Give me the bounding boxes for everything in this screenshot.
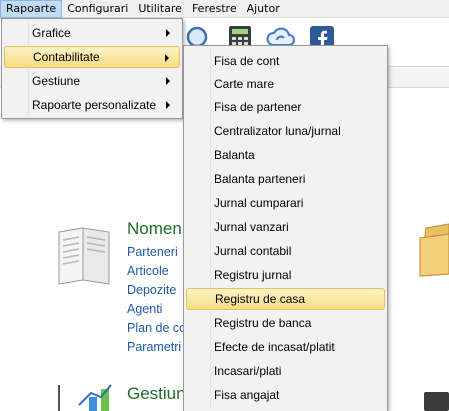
nomenclatoare-book-icon — [55, 224, 117, 286]
menu-item-balanta-parteneri[interactable]: Balanta parteneri — [186, 168, 385, 190]
contabilitate-submenu: Fisa de cont Carte mare Fisa de partener… — [183, 45, 388, 411]
gestiune-chart-icon — [55, 383, 117, 411]
menu-ajutor[interactable]: Ajutor — [242, 0, 285, 18]
menu-rapoarte[interactable]: Rapoarte — [0, 0, 63, 18]
submenu-arrow-icon — [166, 101, 170, 109]
link-plan-de-conturi[interactable]: Plan de co — [127, 321, 186, 335]
menu-item-jurnal-contabil[interactable]: Jurnal contabil — [186, 240, 385, 262]
menu-item-contabilitate[interactable]: Contabilitate — [4, 46, 180, 68]
section-title-gestiune: Gestiun — [127, 384, 186, 403]
menu-configurari[interactable]: Configurari — [62, 0, 133, 18]
menu-utilitare[interactable]: Utilitare — [133, 0, 187, 18]
link-parteneri[interactable]: Parteneri — [127, 245, 178, 259]
menu-item-balanta[interactable]: Balanta — [186, 144, 385, 166]
menu-item-label: Rapoarte personalizate — [32, 98, 157, 112]
link-depozite[interactable]: Depozite — [127, 283, 176, 297]
menu-ferestre[interactable]: Ferestre — [187, 0, 242, 18]
link-agenti[interactable]: Agenti — [127, 302, 162, 316]
device-icon — [424, 392, 449, 411]
submenu-arrow-icon — [165, 54, 169, 62]
menu-item-registru-de-banca[interactable]: Registru de banca — [186, 312, 385, 334]
menu-item-registru-jurnal[interactable]: Registru jurnal — [186, 264, 385, 286]
menu-item-registru-de-casa[interactable]: Registru de casa — [186, 288, 385, 310]
menu-item-fisa-de-cont[interactable]: Fisa de cont — [186, 50, 385, 72]
menu-item-incasari-plati[interactable]: Incasari/plati — [186, 360, 385, 382]
menu-item-rapoarte-personalizate[interactable]: Rapoarte personalizate — [4, 94, 180, 116]
menu-item-grafice[interactable]: Grafice — [4, 22, 180, 44]
rapoarte-dropdown: Grafice Contabilitate Gestiune Rapoarte … — [1, 18, 183, 119]
menu-item-jurnal-cumparari[interactable]: Jurnal cumparari — [186, 192, 385, 214]
link-parametri[interactable]: Parametri — [127, 340, 181, 354]
menu-item-label: Gestiune — [32, 74, 81, 88]
menu-item-fisa-de-partener[interactable]: Fisa de partener — [186, 96, 385, 118]
folder-icon — [416, 222, 449, 278]
submenu-arrow-icon — [166, 29, 170, 37]
menu-item-gestiune[interactable]: Gestiune — [4, 70, 180, 92]
menu-item-carte-mare[interactable]: Carte mare — [186, 73, 385, 95]
menu-item-jurnal-vanzari[interactable]: Jurnal vanzari — [186, 216, 385, 238]
link-articole[interactable]: Articole — [127, 264, 169, 278]
submenu-arrow-icon — [166, 77, 170, 85]
menu-item-label: Contabilitate — [33, 50, 100, 64]
menu-item-centralizator[interactable]: Centralizator luna/jurnal — [186, 120, 385, 142]
section-title-nomenclatoare: Nomen — [127, 219, 182, 238]
menu-bar: Rapoarte Configurari Utilitare Ferestre … — [0, 0, 449, 18]
menu-item-label: Grafice — [32, 26, 71, 40]
menu-item-efecte-de-incasat[interactable]: Efecte de incasat/platit — [186, 336, 385, 358]
menu-item-fisa-angajat[interactable]: Fisa angajat — [186, 384, 385, 406]
